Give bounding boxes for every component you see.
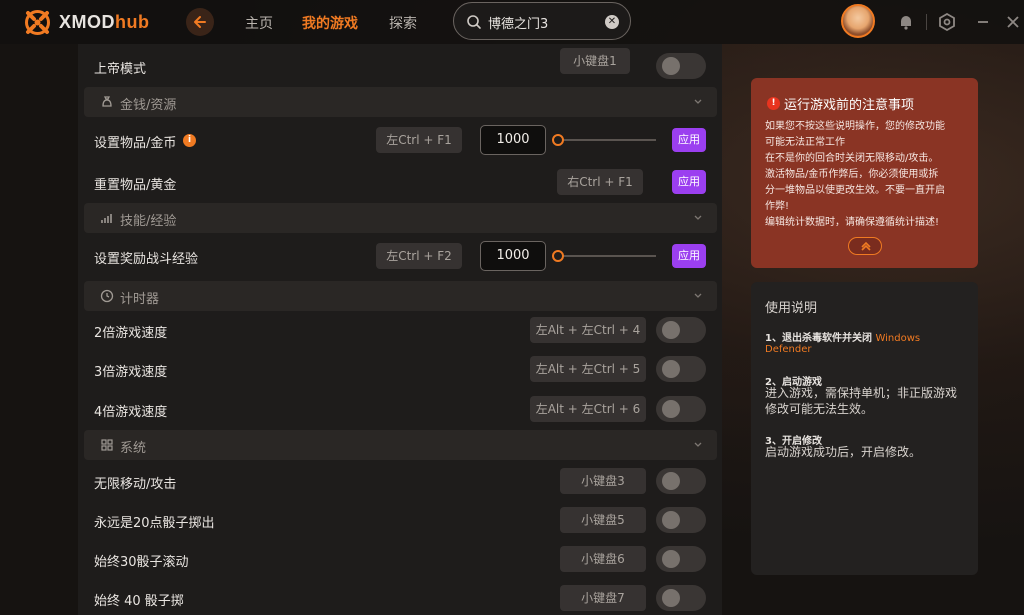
hotkey-badge: 左Ctrl + F2 <box>376 243 462 269</box>
search-icon <box>467 15 481 29</box>
cheat-label: 2倍游戏速度 <box>94 326 168 341</box>
hotkey-badge: 小键盘3 <box>560 468 646 494</box>
cheat-toggle[interactable] <box>656 53 706 79</box>
top-bar: XMODhub 主页 我的游戏 探索 ✕ <box>0 0 1024 44</box>
app-logo[interactable]: XMODhub <box>24 9 150 36</box>
section-label: 系统 <box>120 441 147 456</box>
step2-body: 进入游戏，需保持单机；非正版游戏修改可能无法生效。 <box>765 386 958 416</box>
search-box: ✕ <box>453 2 631 40</box>
cheat-row-god-mode: 上帝模式 小键盘1 <box>78 48 722 84</box>
cheat-toggle[interactable] <box>656 317 706 343</box>
cheat-row-reset-gold: 重置物品/黄金 右Ctrl + F1 应用 <box>78 164 722 200</box>
cheat-panel: 上帝模式 小键盘1 金钱/资源 设置物品/金币 i 左Ctrl + F1 100… <box>78 44 722 615</box>
cheat-row-dice-30: 始终30骰子滚动 小键盘6 <box>78 541 722 577</box>
clock-icon <box>100 289 114 303</box>
step1-heading: 1、退出杀毒软件并关闭 Windows Defender <box>765 333 921 355</box>
cheat-label: 无限移动/攻击 <box>94 477 177 492</box>
apply-button[interactable]: 应用 <box>672 170 706 194</box>
cheat-label: 上帝模式 <box>94 62 147 77</box>
value-input[interactable]: 1000 <box>480 125 546 155</box>
collapse-button[interactable] <box>848 237 882 255</box>
close-icon[interactable]: ✕ <box>605 15 619 29</box>
cheat-label: 3倍游戏速度 <box>94 365 168 380</box>
warning-icon: ! <box>767 97 780 110</box>
settings-icon[interactable] <box>938 13 956 31</box>
minimize-icon[interactable] <box>974 13 992 31</box>
back-button[interactable] <box>186 8 214 36</box>
instructions-title: 使用说明 <box>765 301 818 316</box>
step3-body: 启动游戏成功后，开启修改。 <box>765 445 922 459</box>
hotkey-badge: 左Alt + 左Ctrl + 5 <box>530 356 646 382</box>
cheat-row-dice-40: 始终 40 骰子掷 小键盘7 <box>78 580 722 615</box>
money-bag-icon <box>102 96 112 107</box>
section-label: 技能/经验 <box>120 214 177 229</box>
section-timer[interactable]: 计时器 <box>84 281 717 311</box>
section-label: 计时器 <box>120 292 160 307</box>
hotkey-badge: 小键盘7 <box>560 585 646 611</box>
avatar[interactable] <box>841 4 875 38</box>
nav-explore[interactable]: 探索 <box>389 13 417 33</box>
cheat-row-set-gold: 设置物品/金币 i 左Ctrl + F1 1000 应用 <box>78 122 722 158</box>
chevron-down-icon <box>694 442 702 447</box>
cheat-toggle[interactable] <box>656 396 706 422</box>
apply-button[interactable]: 应用 <box>672 128 706 152</box>
cheat-row-dice-20: 永远是20点骰子掷出 小键盘5 <box>78 502 722 538</box>
logo-icon <box>25 10 50 35</box>
cheat-label: 设置物品/金币 <box>94 136 177 151</box>
hotkey-badge: 右Ctrl + F1 <box>557 169 643 195</box>
cheat-toggle[interactable] <box>656 546 706 572</box>
info-icon[interactable]: i <box>183 134 196 147</box>
cheat-label: 重置物品/黄金 <box>94 178 177 193</box>
cheat-toggle[interactable] <box>656 356 706 382</box>
cheat-toggle[interactable] <box>656 585 706 611</box>
search-input[interactable] <box>488 12 598 32</box>
slider-handle[interactable] <box>552 134 564 146</box>
bar-chart-icon <box>101 214 112 223</box>
slider-handle[interactable] <box>552 250 564 262</box>
chevron-down-icon <box>694 215 702 220</box>
grid-icon <box>101 439 113 451</box>
divider <box>926 14 927 30</box>
apply-button[interactable]: 应用 <box>672 244 706 268</box>
cheat-toggle[interactable] <box>656 468 706 494</box>
chevron-down-icon <box>694 99 702 104</box>
section-label: 金钱/资源 <box>120 98 177 113</box>
section-money[interactable]: 金钱/资源 <box>84 87 717 117</box>
hotkey-badge: 小键盘6 <box>560 546 646 572</box>
cheat-row-speed-3x: 3倍游戏速度 左Alt + 左Ctrl + 5 <box>78 351 722 387</box>
nav-home[interactable]: 主页 <box>245 13 273 33</box>
notification-icon[interactable] <box>897 13 915 31</box>
value-input[interactable]: 1000 <box>480 241 546 271</box>
section-system[interactable]: 系统 <box>84 430 717 460</box>
cheat-row-battle-xp: 设置奖励战斗经验 左Ctrl + F2 1000 应用 <box>78 238 722 274</box>
hotkey-badge: 左Ctrl + F1 <box>376 127 462 153</box>
hotkey-badge: 小键盘5 <box>560 507 646 533</box>
chevron-up-icon <box>861 241 871 251</box>
cheat-toggle[interactable] <box>656 507 706 533</box>
value-slider[interactable] <box>552 133 656 147</box>
cheat-label: 始终 40 骰子掷 <box>94 594 184 609</box>
cheat-label: 永远是20点骰子掷出 <box>94 516 215 531</box>
nav-my-games[interactable]: 我的游戏 <box>302 13 358 33</box>
instructions-card: 使用说明 1、退出杀毒软件并关闭 Windows Defender 2、启动游戏… <box>751 282 978 575</box>
cheat-row-speed-4x: 4倍游戏速度 左Alt + 左Ctrl + 6 <box>78 391 722 427</box>
cheat-label: 4倍游戏速度 <box>94 405 168 420</box>
value-slider[interactable] <box>552 249 656 263</box>
app-name: XMODhub <box>59 12 150 32</box>
section-skills[interactable]: 技能/经验 <box>84 203 717 233</box>
chevron-down-icon <box>694 293 702 298</box>
cheat-row-speed-2x: 2倍游戏速度 左Alt + 左Ctrl + 4 <box>78 312 722 348</box>
hotkey-badge: 左Alt + 左Ctrl + 4 <box>530 317 646 343</box>
close-window-icon[interactable] <box>1004 13 1022 31</box>
cheat-label: 设置奖励战斗经验 <box>94 252 199 267</box>
cheat-row-unlimited-move: 无限移动/攻击 小键盘3 <box>78 463 722 499</box>
hotkey-badge: 左Alt + 左Ctrl + 6 <box>530 396 646 422</box>
arrow-left-icon <box>194 16 206 28</box>
notice-card: ! 运行游戏前的注意事项 如果您不按这些说明操作，您的修改功能 可能无法正常工作… <box>751 78 978 268</box>
hotkey-badge: 小键盘1 <box>560 48 630 74</box>
notice-body: 如果您不按这些说明操作，您的修改功能 可能无法正常工作 在不是你的回合时关闭无限… <box>765 121 945 228</box>
notice-title: ! 运行游戏前的注意事项 <box>767 94 914 113</box>
cheat-label: 始终30骰子滚动 <box>94 555 189 570</box>
